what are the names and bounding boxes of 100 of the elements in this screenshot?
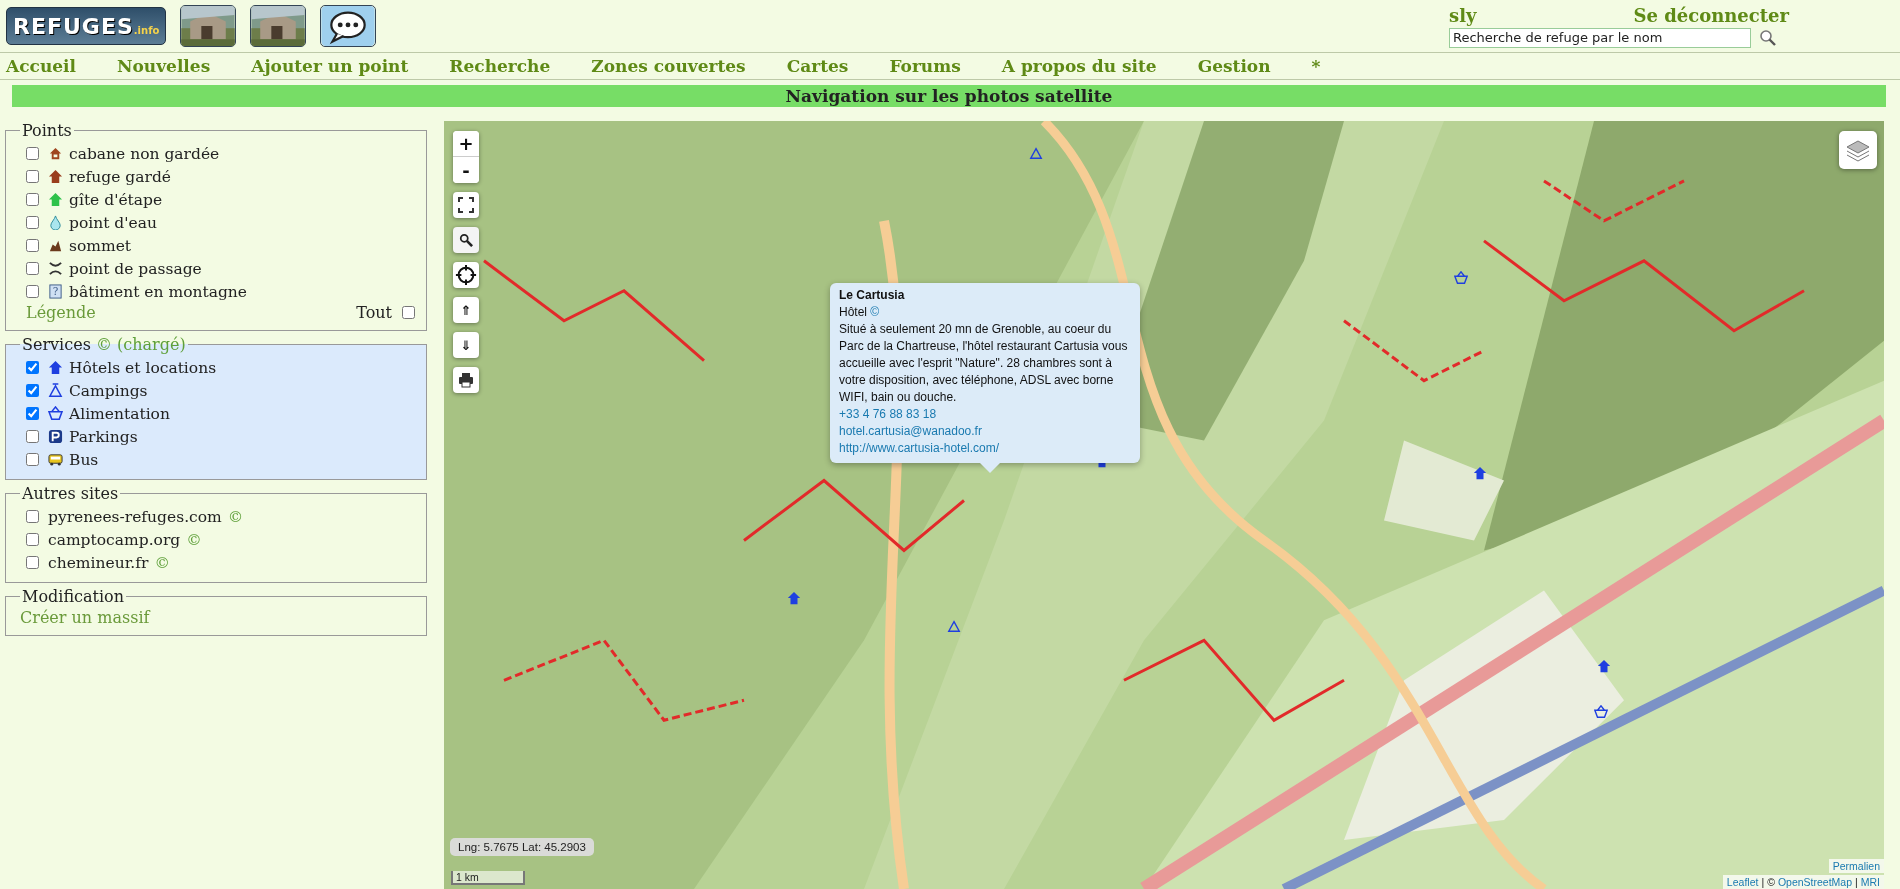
print-button[interactable] — [453, 367, 479, 393]
checkbox-label: Tout — [356, 303, 392, 322]
house-marker-icon[interactable] — [1597, 659, 1611, 673]
menu-link[interactable]: Recherche — [449, 56, 551, 76]
attribution-link[interactable]: Leaflet — [1726, 876, 1759, 888]
pass-icon — [48, 261, 63, 276]
site-logo[interactable]: REFUGES.info — [6, 7, 166, 45]
house-icon — [48, 360, 63, 375]
checkbox[interactable] — [26, 556, 39, 569]
menu-link[interactable]: Gestion — [1197, 56, 1271, 76]
basket-marker-icon[interactable] — [1594, 705, 1608, 719]
checkbox-label: camptocamp.org — [48, 530, 181, 549]
question-icon: ? — [48, 284, 63, 299]
zoom-out-button[interactable]: - — [453, 157, 479, 183]
credit-link[interactable]: © — [870, 305, 880, 319]
chat-bubble-icon[interactable] — [320, 5, 376, 47]
move-down-button[interactable]: ⇓ — [453, 332, 479, 358]
checkbox-label: Bus — [69, 450, 99, 469]
menu-link[interactable]: * — [1311, 56, 1321, 76]
checkbox[interactable] — [26, 430, 39, 443]
logout-link[interactable]: Se déconnecter — [1633, 4, 1789, 26]
printer-icon — [458, 372, 474, 388]
layers-button[interactable] — [1839, 131, 1877, 169]
house-icon — [48, 169, 63, 184]
popup-type: Hôtel — [839, 305, 867, 319]
panel-title: Autres sites — [21, 484, 120, 503]
checkbox-label: bâtiment en montagne — [69, 282, 247, 301]
attribution-separator: | — [1855, 876, 1858, 888]
zoom-in-button[interactable]: + — [453, 131, 479, 157]
coordinates-display: Lng: 5.7675 Lat: 45.2903 — [450, 838, 594, 856]
search-icon — [459, 233, 473, 247]
checkbox-label: sommet — [69, 236, 132, 255]
house-marker-icon[interactable] — [1473, 466, 1487, 480]
menu-link[interactable]: Ajouter un point — [251, 56, 409, 76]
email-link[interactable]: hotel.cartusia@wanadoo.fr — [839, 424, 982, 438]
credit-link[interactable]: © — [227, 507, 244, 526]
search-field[interactable]: Recherche de refuge par le nom — [1449, 27, 1751, 48]
search-button[interactable] — [453, 227, 479, 253]
checkbox[interactable] — [26, 510, 39, 523]
checkbox[interactable] — [26, 262, 39, 275]
locate-button[interactable] — [453, 262, 479, 288]
move-up-button[interactable]: ⇑ — [453, 297, 479, 323]
loaded-note: © (chargé) — [95, 335, 186, 354]
create-massif-link[interactable]: Créer un massif — [20, 608, 150, 627]
credit-link[interactable]: © — [154, 553, 170, 572]
checkbox-label: point d'eau — [69, 213, 157, 232]
panel-title: Services — [22, 335, 91, 354]
checkbox[interactable] — [26, 453, 39, 466]
menu-link[interactable]: A propos du site — [1001, 56, 1157, 76]
crosshair-icon — [455, 264, 477, 286]
panel-title: Points — [21, 121, 73, 140]
menu-link[interactable]: Accueil — [6, 56, 76, 76]
attribution-separator: | — [1761, 876, 1765, 888]
page-title: Navigation sur les photos satellite — [12, 85, 1886, 107]
attribution-link[interactable]: OpenStreetMap — [1777, 876, 1852, 888]
checkbox-label: Parkings — [69, 427, 138, 446]
copyright-mark: © — [1767, 876, 1775, 888]
basket-icon — [48, 406, 63, 421]
popup-title: Le Cartusia — [839, 287, 906, 304]
menu-link[interactable]: Nouvelles — [117, 56, 211, 76]
legend-link[interactable]: Légende — [26, 303, 96, 322]
checkbox[interactable] — [26, 407, 39, 420]
checkbox-label: cabane non gardée — [69, 144, 220, 163]
checkbox[interactable] — [26, 170, 39, 183]
checkbox[interactable] — [402, 306, 415, 319]
credit-link[interactable]: © — [186, 530, 202, 549]
bus-icon — [48, 452, 63, 467]
checkbox[interactable] — [26, 147, 39, 160]
basket-marker-icon[interactable] — [1454, 271, 1468, 285]
panel-title: Modification — [21, 587, 126, 606]
menu-link[interactable]: Forums — [889, 56, 961, 76]
checkbox-label: Campings — [69, 381, 148, 400]
menu-link[interactable]: Zones couvertes — [591, 56, 746, 76]
fullscreen-icon — [458, 197, 474, 213]
checkbox-label: chemineur.fr — [48, 553, 149, 572]
popup-description: Situé à seulement 20 mn de Grenoble, au coeur du Parc de la Chartreuse, l'hôtel restaurant Cartusia vous accueille avec l'esprit "Nature". 28 chambres sont à votre disposition, avec téléphone, ADSL avec borne WIFI, bain ou douche. — [839, 321, 1129, 406]
checkbox[interactable] — [26, 361, 39, 374]
checkbox[interactable] — [26, 216, 39, 229]
attribution-link[interactable]: MRI — [1860, 876, 1880, 888]
user-link[interactable]: sly — [1449, 4, 1477, 26]
checkbox[interactable] — [26, 239, 39, 252]
checkbox[interactable] — [26, 384, 39, 397]
checkbox[interactable] — [26, 193, 39, 206]
checkbox-label: pyrenees-refuges.com — [48, 507, 222, 526]
scale-bar: 1 km — [451, 871, 525, 885]
house-icon — [48, 192, 63, 207]
search-icon[interactable] — [1759, 28, 1777, 47]
checkbox[interactable] — [26, 533, 39, 546]
permalink-link[interactable]: Permalien — [1828, 859, 1884, 873]
website-link[interactable]: http://www.cartusia-hotel.com/ — [839, 441, 1000, 455]
tent-marker-icon[interactable] — [947, 619, 961, 633]
tent-marker-icon[interactable] — [1029, 146, 1043, 160]
phone-link[interactable]: +33 4 76 88 83 18 — [839, 407, 937, 421]
menu-link[interactable]: Cartes — [786, 56, 849, 76]
checkbox-label: point de passage — [69, 259, 202, 278]
house-marker-icon[interactable] — [787, 591, 801, 605]
fullscreen-button[interactable] — [453, 192, 479, 218]
checkbox-label: refuge gardé — [69, 167, 171, 186]
checkbox[interactable] — [26, 285, 39, 298]
checkbox-label: gîte d'étape — [69, 190, 163, 209]
